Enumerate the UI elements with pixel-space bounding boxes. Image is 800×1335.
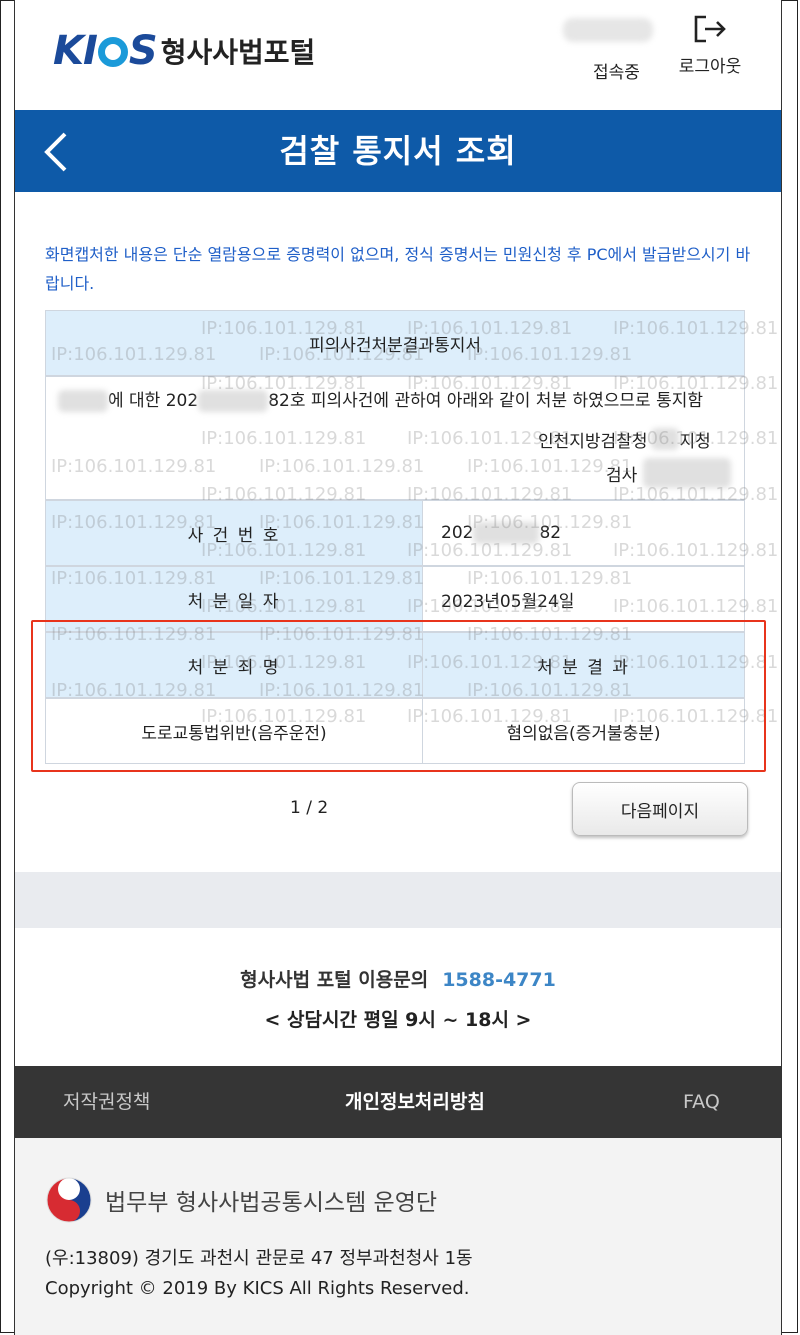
capture-notice: 화면캡처한 내용은 단순 열람용으로 증명력이 없으며, 정식 증명서는 민원신… — [45, 245, 751, 293]
prosecutor-label: 검사 — [606, 465, 638, 486]
copyright: Copyright © 2019 By KICS All Rights Rese… — [45, 1278, 470, 1299]
faq-link[interactable]: FAQ — [683, 1066, 720, 1138]
separator-band — [15, 872, 781, 928]
office-line: 인천지방검찰청 지청 — [538, 425, 711, 453]
page-indicator: 1 / 2 — [290, 798, 329, 818]
logo-kics-text: KI S — [53, 28, 158, 74]
footer-nav: 저작권정책 개인정보처리방침 FAQ — [15, 1066, 781, 1138]
document-heading: 피의사건처분결과통지서 — [308, 335, 482, 356]
privacy-policy-link[interactable]: 개인정보처리방침 — [345, 1066, 485, 1138]
address: (우:13809) 경기도 과천시 관문로 47 정부과천청사 1동 — [45, 1248, 473, 1269]
mobile-page: KI S 형사사법포털 접속중 로그아웃 검찰 통지서 조회 화면캡처한 내용은 … — [14, 0, 782, 1335]
highlight-box — [31, 620, 766, 772]
prosecutor-blurred — [643, 458, 732, 488]
document-body: 에 대한 202 82호 피의사건에 관하여 아래와 같이 처분 하였으므로 통지… — [58, 387, 738, 415]
case-no-value: 202 82 — [422, 501, 744, 565]
body-part-1: 에 대한 202 — [108, 391, 199, 411]
logout-button[interactable]: 로그아웃 — [675, 14, 745, 77]
case-no-suffix: 82 — [539, 523, 562, 543]
contact-label: 형사사법 포털 이용문의 — [240, 969, 429, 991]
office-name: 인천지방검찰청 — [538, 431, 648, 452]
kics-logo[interactable]: KI S 형사사법포털 — [53, 28, 315, 74]
document-body-row: 에 대한 202 82호 피의사건에 관하여 아래와 같이 처분 하였으므로 통지… — [45, 376, 745, 500]
case-no-value-blurred — [473, 522, 540, 544]
contact-info: 형사사법 포털 이용문의 1588-4771 — [15, 965, 781, 992]
user-name-blurred — [563, 18, 653, 42]
case-no-row: 사 건 번 호 202 82 — [45, 500, 745, 566]
connection-status: 접속중 — [593, 63, 640, 83]
page-title: 검찰 통지서 조회 — [279, 132, 517, 170]
body-part-2: 82호 피의사건에 관하여 아래와 같이 처분 하였으므로 통지함 — [268, 391, 704, 411]
org-name: 법무부 형사사법공통시스템 운영단 — [105, 1190, 438, 1216]
next-page-button[interactable]: 다음페이지 — [572, 782, 748, 836]
recipient-blurred — [58, 390, 108, 412]
copyright-policy-link[interactable]: 저작권정책 — [63, 1066, 150, 1138]
document-heading-row: 피의사건처분결과통지서 — [45, 310, 745, 376]
contact-phone[interactable]: 1588-4771 — [442, 969, 556, 991]
top-header: KI S 형사사법포털 접속중 로그아웃 — [15, 0, 781, 110]
portal-name: 형사사법포털 — [160, 36, 316, 69]
case-no-blurred — [198, 390, 269, 412]
branch-blurred — [651, 428, 680, 450]
logout-label: 로그아웃 — [678, 57, 742, 77]
prosecutor-line: 검사 — [606, 457, 732, 489]
branch-suffix: 지청 — [679, 431, 711, 452]
title-bar: 검찰 통지서 조회 — [15, 110, 781, 192]
case-no-prefix: 202 — [441, 523, 474, 543]
org-info: 법무부 형사사법공통시스템 운영단 — [45, 1176, 437, 1224]
case-no-label: 사 건 번 호 — [46, 501, 422, 565]
consult-hours: < 상담시간 평일 9시 ~ 18시 > — [264, 1009, 532, 1031]
logout-icon — [694, 15, 726, 43]
government-emblem-icon — [46, 1177, 92, 1223]
address-block: (우:13809) 경기도 과천시 관문로 47 정부과천청사 1동 Copyr… — [45, 1244, 473, 1304]
footer: 법무부 형사사법공통시스템 운영단 (우:13809) 경기도 과천시 관문로 … — [15, 1138, 781, 1335]
logo-ring-icon — [97, 37, 128, 67]
